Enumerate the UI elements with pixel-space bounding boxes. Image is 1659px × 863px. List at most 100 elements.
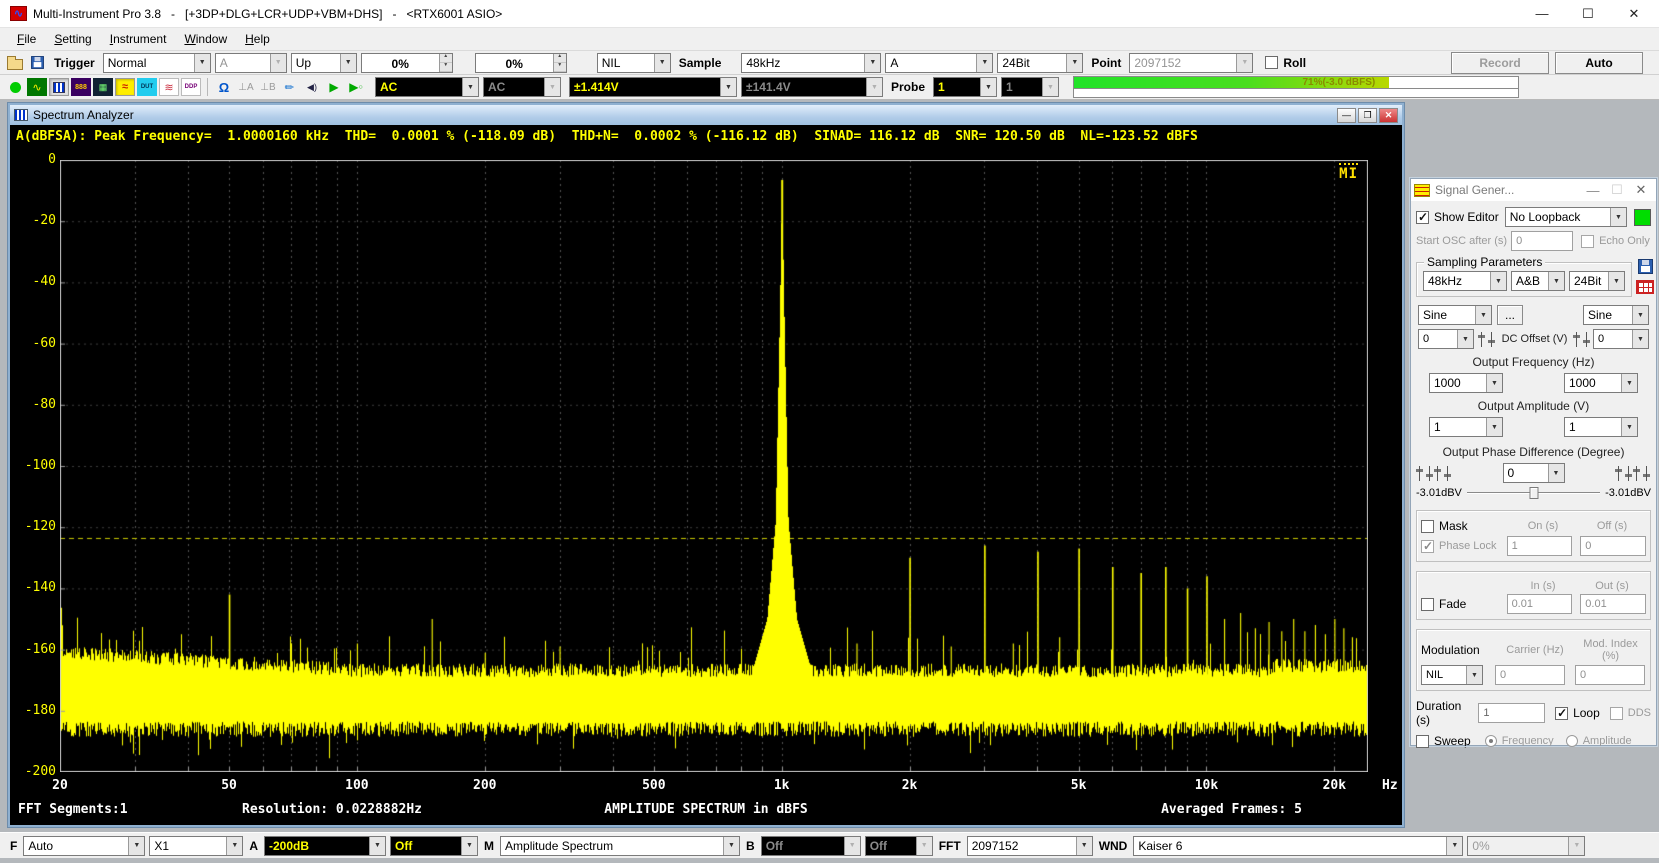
sample-channel-select[interactable]: A▼ <box>885 53 993 73</box>
loopback-select[interactable]: No Loopback▼ <box>1505 207 1627 227</box>
trigger-level-stepper[interactable]: 0%▲▼ <box>361 53 453 73</box>
sweep-amplitude-radio: Amplitude <box>1566 735 1632 747</box>
trigger-mode-select[interactable]: Normal▼ <box>103 53 211 73</box>
ddp-viewer-icon[interactable]: DDP <box>181 78 201 96</box>
fader-icon[interactable] <box>1416 466 1434 481</box>
sweep-checkbox[interactable]: Sweep <box>1416 734 1471 748</box>
dc-offset-b-select[interactable]: 0▼ <box>1593 329 1649 349</box>
run-icon[interactable] <box>5 78 25 96</box>
fader-icon[interactable] <box>1573 332 1591 347</box>
dc-offset-label: DC Offset (V) <box>1496 333 1573 345</box>
window-function-select[interactable]: Kaiser 6▼ <box>1133 836 1463 856</box>
roll-checkbox[interactable]: Roll <box>1265 56 1306 70</box>
menu-help[interactable]: Help <box>236 29 279 49</box>
show-editor-checkbox[interactable]: Show Editor <box>1416 210 1499 224</box>
trigger-coupling-select[interactable]: NIL▼ <box>597 53 671 73</box>
fader-icon[interactable] <box>1478 332 1496 347</box>
gen-bits-select[interactable]: 24Bit▼ <box>1569 271 1625 291</box>
range-a-select[interactable]: ±1.414V▼ <box>569 77 737 97</box>
frequency-b-select[interactable]: 1000▼ <box>1564 373 1638 393</box>
waveform-b-select[interactable]: Sine▼ <box>1583 305 1649 325</box>
checkbox-box[interactable] <box>1421 520 1434 533</box>
spectrum-minimize-button[interactable]: — <box>1337 108 1356 123</box>
siggen-close-button[interactable]: ✕ <box>1629 181 1653 199</box>
duration-input[interactable]: 1 <box>1478 703 1545 723</box>
gen-sample-rate-select[interactable]: 48kHz▼ <box>1423 271 1507 291</box>
chevron-down-icon: ▼ <box>1568 837 1584 855</box>
modulation-type-select[interactable]: NIL▼ <box>1421 665 1483 685</box>
display-mode-select[interactable]: Amplitude Spectrum▼ <box>500 836 740 856</box>
spectrum-3d-plot-icon[interactable]: ≋ <box>159 78 179 96</box>
spectrum-analyzer-icon[interactable] <box>49 78 69 96</box>
y-tick-label: -80 <box>12 397 56 412</box>
spectrum-maximize-button[interactable]: ❐ <box>1358 108 1377 123</box>
menu-window[interactable]: Window <box>175 29 236 49</box>
zoom-select[interactable]: X1▼ <box>149 836 243 856</box>
signal-generator-title-bar[interactable]: Signal Gener... — ☐ ✕ <box>1411 179 1656 201</box>
freq-axis-select[interactable]: Auto▼ <box>23 836 145 856</box>
play-icon[interactable]: ▶ <box>324 78 344 96</box>
probe-a-select[interactable]: 1▼ <box>933 77 997 97</box>
amplitude-b-select[interactable]: 1▼ <box>1564 417 1638 437</box>
measurement-status-line: A(dBFSA): Peak Frequency= 1.0000160 kHz … <box>10 125 1402 147</box>
loop-checkbox[interactable]: Loop <box>1555 706 1600 720</box>
waveform-a-select[interactable]: Sine▼ <box>1418 305 1492 325</box>
auto-button[interactable]: Auto <box>1555 52 1643 74</box>
fft-size-select[interactable]: 2097152▼ <box>967 836 1093 856</box>
dc-offset-a-select[interactable]: 0▼ <box>1418 329 1474 349</box>
trigger-delay-stepper[interactable]: 0%▲▼ <box>475 53 567 73</box>
signal-generator-icon[interactable]: ≈ <box>115 78 135 96</box>
coupling-a-select[interactable]: AC▼ <box>375 77 479 97</box>
slider-thumb[interactable] <box>1529 487 1538 499</box>
save-waveform-icon[interactable] <box>1638 259 1653 274</box>
trigger-edge-select[interactable]: Up▼ <box>291 53 357 73</box>
spectrum-close-button[interactable]: ✕ <box>1379 108 1398 123</box>
app-minimize-button[interactable]: — <box>1519 1 1565 27</box>
multimeter-icon[interactable]: 888 <box>71 78 91 96</box>
a-shift-select[interactable]: Off▼ <box>390 836 478 856</box>
amplitude-a-select[interactable]: 1▼ <box>1429 417 1503 437</box>
fader-icon[interactable] <box>1633 466 1651 481</box>
play-echo-icon[interactable]: ▶○ <box>346 78 366 96</box>
device-test-plan-icon[interactable]: ▦ <box>93 78 113 96</box>
checkbox-box[interactable] <box>1416 735 1429 748</box>
phase-select[interactable]: 0▼ <box>1503 463 1565 483</box>
menu-instrument[interactable]: Instrument <box>101 29 176 49</box>
app-close-button[interactable]: ✕ <box>1611 1 1657 27</box>
speaker-icon[interactable]: ◀) <box>302 78 322 96</box>
oscilloscope-icon[interactable]: ∿ <box>27 78 47 96</box>
checkbox-box[interactable] <box>1265 56 1278 69</box>
fade-checkbox[interactable]: Fade <box>1421 597 1507 611</box>
sample-rate-select[interactable]: 48kHz▼ <box>741 53 881 73</box>
x-tick-label: 200 <box>465 778 505 793</box>
checkbox-box[interactable] <box>1421 598 1434 611</box>
menu-setting[interactable]: Setting <box>45 29 100 49</box>
menu-file[interactable]: File <box>8 29 45 49</box>
gen-channels-select[interactable]: A&B▼ <box>1511 271 1565 291</box>
checkbox-box[interactable] <box>1416 211 1429 224</box>
fader-icon[interactable] <box>1434 466 1452 481</box>
chevron-down-icon: ▼ <box>1466 666 1482 684</box>
device-under-test-icon[interactable]: DUT <box>137 78 157 96</box>
bell-icon[interactable]: Ω <box>214 78 234 96</box>
spectrum-analyzer-window: Spectrum Analyzer — ❐ ✕ A(dBFSA): Peak F… <box>8 103 1404 827</box>
balance-slider[interactable] <box>1467 485 1600 501</box>
app-maximize-button[interactable]: ☐ <box>1565 1 1611 27</box>
save-icon[interactable] <box>27 54 47 72</box>
spectrum-window-title-bar[interactable]: Spectrum Analyzer — ❐ ✕ <box>10 105 1402 125</box>
probe-calibration-icon[interactable]: ✎ <box>280 78 300 96</box>
input-level-meter-b <box>1073 89 1519 98</box>
stepper-arrows[interactable]: ▲▼ <box>553 54 566 72</box>
output-indicator[interactable] <box>1634 209 1651 226</box>
checkbox-box[interactable] <box>1555 707 1568 720</box>
mask-checkbox[interactable]: Mask <box>1421 519 1507 533</box>
more-waveform-button[interactable]: ... <box>1497 305 1523 325</box>
open-icon[interactable] <box>5 54 25 72</box>
stepper-arrows[interactable]: ▲▼ <box>439 54 452 72</box>
sample-bits-select[interactable]: 24Bit▼ <box>997 53 1083 73</box>
a-range-select[interactable]: -200dB▼ <box>264 836 386 856</box>
waveform-library-icon[interactable] <box>1636 280 1654 294</box>
fader-icon[interactable] <box>1615 466 1633 481</box>
frequency-a-select[interactable]: 1000▼ <box>1429 373 1503 393</box>
siggen-minimize-button[interactable]: — <box>1581 181 1605 199</box>
